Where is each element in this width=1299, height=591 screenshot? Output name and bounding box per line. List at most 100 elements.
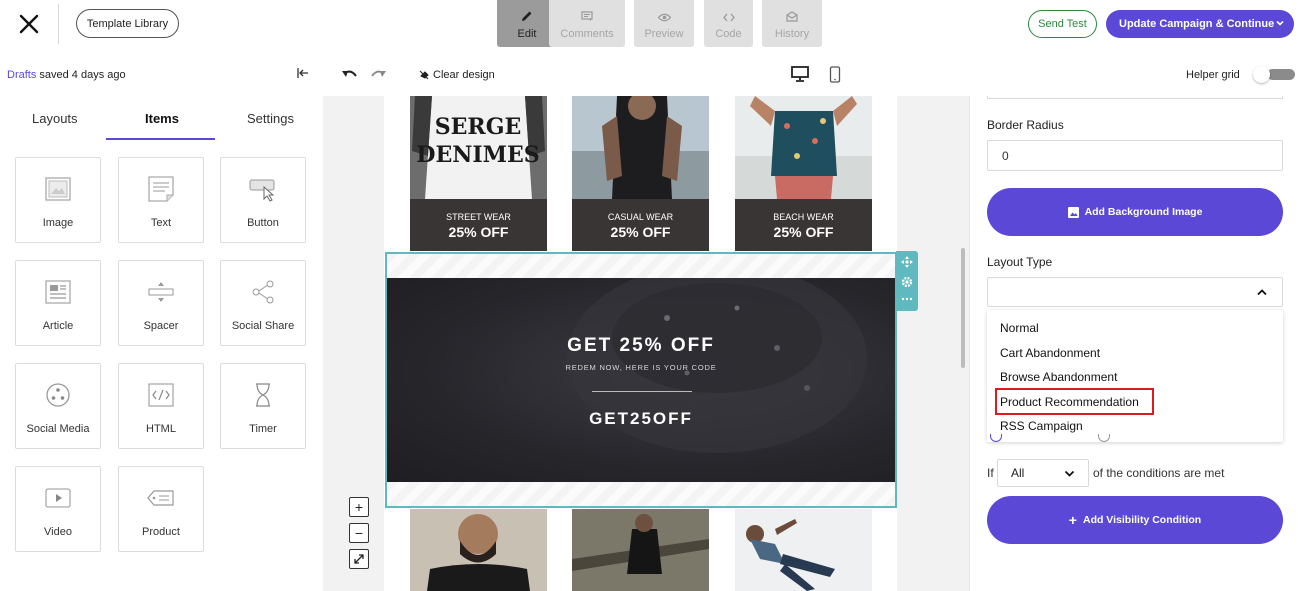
clear-design-button[interactable]: Clear design — [419, 69, 495, 81]
mobile-view-icon[interactable] — [829, 66, 841, 88]
item-social-share-label: Social Share — [231, 320, 295, 332]
condition-match-select[interactable]: All — [997, 459, 1089, 487]
item-spacer[interactable]: Spacer — [118, 260, 204, 346]
product-photo-street: SERGE DENIMES — [410, 96, 547, 199]
tab-settings[interactable]: Settings — [247, 111, 294, 126]
layout-type-select[interactable] — [987, 277, 1283, 307]
product-offer: 25% OFF — [610, 224, 671, 240]
condition-prefix: If — [987, 466, 994, 480]
update-campaign-button[interactable]: Update Campaign & Continue — [1106, 10, 1294, 38]
option-rss-campaign[interactable]: RSS Campaign — [1000, 419, 1083, 433]
product-photo-casual — [572, 96, 709, 199]
promo-section-selected[interactable]: GET 25% OFF REDEM NOW, HERE IS YOUR CODE… — [385, 252, 897, 508]
add-background-image-label: Add Background Image — [1084, 206, 1203, 218]
tab-preview-label: Preview — [644, 28, 684, 40]
more-icon[interactable] — [901, 297, 913, 301]
tab-layouts[interactable]: Layouts — [32, 111, 78, 126]
html-icon — [148, 380, 174, 410]
gear-icon[interactable] — [901, 276, 913, 288]
top-bar: Template Library Edit Comments Preview C… — [0, 0, 1299, 50]
layout-type-label: Layout Type — [987, 255, 1053, 269]
previous-field-edge — [987, 96, 1283, 99]
promo-subtitle: REDEM NOW, HERE IS YOUR CODE — [565, 363, 717, 372]
drafts-link[interactable]: Drafts — [7, 69, 36, 81]
helper-grid-label: Helper grid — [1186, 69, 1240, 81]
save-status: Drafts saved 4 days ago — [7, 69, 126, 81]
tab-edit-label: Edit — [517, 28, 537, 40]
option-browse-abandonment[interactable]: Browse Abandonment — [1000, 370, 1117, 384]
condition-match-value: All — [1011, 466, 1025, 480]
promo-divider — [592, 391, 692, 392]
editor-toolbar — [0, 50, 1299, 96]
close-icon[interactable] — [16, 11, 42, 37]
product-caption-beach: BEACH WEAR 25% OFF — [735, 199, 872, 251]
image-icon — [45, 174, 71, 204]
item-image[interactable]: Image — [15, 157, 101, 243]
product-photo-bottom-1 — [410, 509, 547, 591]
promo-banner[interactable]: GET 25% OFF REDEM NOW, HERE IS YOUR CODE… — [387, 278, 895, 484]
item-button[interactable]: Button — [220, 157, 306, 243]
canvas-scrollbar[interactable] — [961, 248, 965, 368]
tab-code[interactable]: Code — [704, 0, 753, 47]
padding-stripes — [387, 254, 895, 278]
add-visibility-condition-button[interactable]: + Add Visibility Condition — [987, 496, 1283, 544]
history-icon — [786, 11, 798, 22]
promo-title: GET 25% OFF — [567, 335, 715, 356]
redo-icon[interactable] — [371, 68, 387, 86]
update-campaign-label: Update Campaign & Continue — [1119, 18, 1275, 30]
item-article[interactable]: Article — [15, 260, 101, 346]
option-cart-abandonment[interactable]: Cart Abandonment — [1000, 346, 1100, 360]
tab-history[interactable]: History — [762, 0, 822, 47]
share-icon — [251, 277, 275, 307]
product-photo-bottom-3 — [735, 509, 872, 591]
zoom-in-button[interactable]: + — [349, 497, 369, 517]
zoom-out-button[interactable]: − — [349, 523, 369, 543]
tab-code-label: Code — [715, 28, 742, 40]
option-normal[interactable]: Normal — [1000, 321, 1039, 335]
border-radius-input[interactable]: 0 — [987, 140, 1283, 171]
chevron-up-icon — [1257, 289, 1267, 296]
active-tab-indicator — [106, 138, 215, 140]
item-button-label: Button — [247, 217, 279, 229]
eraser-icon — [419, 70, 429, 80]
highlight-box — [995, 388, 1154, 415]
add-background-image-button[interactable]: Add Background Image — [987, 188, 1283, 236]
desktop-view-icon[interactable] — [791, 66, 809, 87]
tab-edit[interactable]: Edit — [497, 0, 557, 47]
chevron-down-icon[interactable] — [1275, 18, 1285, 28]
item-product[interactable]: Product — [118, 466, 204, 552]
fit-screen-button[interactable] — [349, 549, 369, 569]
item-html-label: HTML — [146, 423, 176, 435]
padding-stripes — [387, 482, 895, 506]
item-social-share[interactable]: Social Share — [220, 260, 306, 346]
eye-icon — [657, 13, 671, 22]
button-icon — [249, 174, 277, 204]
item-video[interactable]: Video — [15, 466, 101, 552]
chevron-down-icon — [1064, 470, 1075, 477]
code-icon — [722, 13, 735, 22]
item-image-label: Image — [42, 217, 74, 229]
tab-items[interactable]: Items — [145, 111, 179, 126]
divider — [58, 4, 59, 44]
promo-code: GET25OFF — [589, 409, 693, 428]
tab-comments[interactable]: Comments — [549, 0, 625, 47]
helper-grid-toggle[interactable] — [1253, 66, 1295, 83]
pencil-icon — [522, 11, 532, 21]
item-spacer-label: Spacer — [143, 320, 179, 332]
product-name: BEACH WEAR — [773, 212, 834, 222]
item-html[interactable]: HTML — [118, 363, 204, 449]
item-text[interactable]: Text — [118, 157, 204, 243]
expand-icon — [354, 554, 364, 564]
move-icon[interactable] — [901, 256, 913, 268]
saved-text: saved 4 days ago — [36, 69, 126, 81]
template-library-button[interactable]: Template Library — [76, 9, 179, 38]
undo-icon[interactable] — [341, 68, 357, 86]
tab-preview[interactable]: Preview — [634, 0, 694, 47]
send-test-button[interactable]: Send Test — [1028, 10, 1097, 38]
text-icon — [148, 174, 174, 204]
item-timer[interactable]: Timer — [220, 363, 306, 449]
collapse-panel-icon[interactable] — [297, 66, 309, 81]
item-social-media[interactable]: Social Media — [15, 363, 101, 449]
comment-icon — [581, 11, 593, 22]
email-canvas[interactable]: SERGE DENIMES STREET WEAR 25% OFF CASUAL… — [323, 96, 969, 591]
